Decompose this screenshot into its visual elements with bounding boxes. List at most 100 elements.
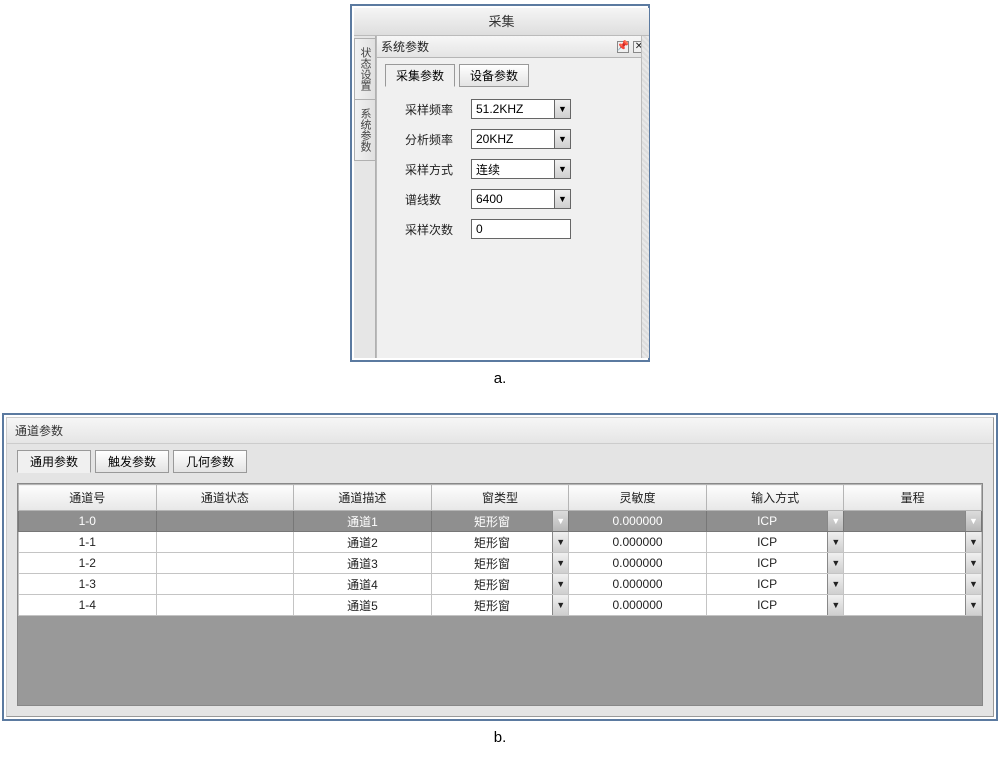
cell-sens[interactable]: 0.000000 (569, 574, 707, 595)
field-label: 采样次数 (405, 221, 461, 238)
cell-text: 1-2 (19, 553, 156, 573)
cell-win-type[interactable]: 矩形窗▼ (431, 532, 569, 553)
cell-ch-no[interactable]: 1-4 (19, 595, 157, 616)
cell-in-mode[interactable]: ICP▼ (706, 511, 844, 532)
cell-range[interactable]: ▼ (844, 595, 982, 616)
cell-ch-state[interactable] (156, 595, 294, 616)
table-row[interactable]: 1-0通道1矩形窗▼0.000000ICP▼▼ (19, 511, 982, 532)
cell-ch-desc[interactable]: 通道4 (294, 574, 432, 595)
chevron-down-icon[interactable]: ▼ (555, 189, 571, 209)
cell-in-mode[interactable]: ICP▼ (706, 595, 844, 616)
tab-collect-params[interactable]: 采集参数 (385, 64, 455, 87)
cell-ch-no[interactable]: 1-1 (19, 532, 157, 553)
cell-range[interactable]: ▼ (844, 574, 982, 595)
analysis-freq-combo[interactable]: ▼ (471, 129, 571, 149)
cell-ch-no[interactable]: 1-0 (19, 511, 157, 532)
cell-text: 通道4 (294, 574, 431, 594)
chevron-down-icon[interactable]: ▼ (555, 159, 571, 179)
cell-in-mode[interactable]: ICP▼ (706, 532, 844, 553)
spectral-lines-input[interactable] (471, 189, 555, 209)
sample-count-input[interactable] (471, 219, 571, 239)
cell-sens[interactable]: 0.000000 (569, 532, 707, 553)
caption-a: a. (2, 370, 998, 387)
panel-title: 系统参数 (381, 36, 429, 58)
cell-ch-no[interactable]: 1-2 (19, 553, 157, 574)
chevron-down-icon[interactable]: ▼ (827, 532, 843, 552)
side-tab-system[interactable]: 系统参数 (354, 99, 375, 161)
col-ch-state[interactable]: 通道状态 (156, 485, 294, 511)
cell-ch-desc[interactable]: 通道2 (294, 532, 432, 553)
chevron-down-icon[interactable]: ▼ (552, 532, 568, 552)
chevron-down-icon[interactable]: ▼ (965, 511, 981, 531)
cell-ch-desc[interactable]: 通道1 (294, 511, 432, 532)
cell-ch-state[interactable] (156, 532, 294, 553)
chevron-down-icon[interactable]: ▼ (555, 129, 571, 149)
tab-geometry-params[interactable]: 几何参数 (173, 450, 247, 473)
sample-mode-input[interactable] (471, 159, 555, 179)
tab-trigger-params[interactable]: 触发参数 (95, 450, 169, 473)
sample-freq-input[interactable] (471, 99, 555, 119)
col-win-type[interactable]: 窗类型 (431, 485, 569, 511)
chevron-down-icon[interactable]: ▼ (827, 574, 843, 594)
chevron-down-icon[interactable]: ▼ (827, 511, 843, 531)
cell-text: ICP (707, 574, 828, 594)
chevron-down-icon[interactable]: ▼ (555, 99, 571, 119)
scrollbar-groove[interactable] (641, 36, 649, 358)
tab-general-params[interactable]: 通用参数 (17, 450, 91, 473)
cell-win-type[interactable]: 矩形窗▼ (431, 574, 569, 595)
col-sens[interactable]: 灵敏度 (569, 485, 707, 511)
cell-win-type[interactable]: 矩形窗▼ (431, 511, 569, 532)
cell-range[interactable]: ▼ (844, 553, 982, 574)
field-sample-freq: 采样频率▼ (385, 99, 641, 119)
side-tab-status[interactable]: 状态设置 (354, 38, 375, 100)
cell-sens[interactable]: 0.000000 (569, 553, 707, 574)
chevron-down-icon[interactable]: ▼ (552, 595, 568, 615)
cell-text: 矩形窗 (432, 511, 553, 531)
col-ch-desc[interactable]: 通道描述 (294, 485, 432, 511)
cell-range[interactable]: ▼ (844, 532, 982, 553)
tab-device-params[interactable]: 设备参数 (459, 64, 529, 87)
chevron-down-icon[interactable]: ▼ (552, 553, 568, 573)
cell-ch-state[interactable] (156, 511, 294, 532)
chevron-down-icon[interactable]: ▼ (552, 511, 568, 531)
chevron-down-icon[interactable]: ▼ (827, 553, 843, 573)
analysis-freq-input[interactable] (471, 129, 555, 149)
cell-sens[interactable]: 0.000000 (569, 511, 707, 532)
cell-sens[interactable]: 0.000000 (569, 595, 707, 616)
cell-win-type[interactable]: 矩形窗▼ (431, 553, 569, 574)
cell-text: 矩形窗 (432, 574, 553, 594)
chevron-down-icon[interactable]: ▼ (965, 532, 981, 552)
table-row[interactable]: 1-4通道5矩形窗▼0.000000ICP▼▼ (19, 595, 982, 616)
cell-ch-desc[interactable]: 通道3 (294, 553, 432, 574)
col-ch-no[interactable]: 通道号 (19, 485, 157, 511)
cell-win-type[interactable]: 矩形窗▼ (431, 595, 569, 616)
cell-range[interactable]: ▼ (844, 511, 982, 532)
cell-ch-state[interactable] (156, 574, 294, 595)
col-in-mode[interactable]: 输入方式 (706, 485, 844, 511)
table-row[interactable]: 1-3通道4矩形窗▼0.000000ICP▼▼ (19, 574, 982, 595)
cell-ch-state[interactable] (156, 553, 294, 574)
spectral-lines-combo[interactable]: ▼ (471, 189, 571, 209)
channel-grid[interactable]: 通道号通道状态通道描述窗类型灵敏度输入方式量程 1-0通道1矩形窗▼0.0000… (18, 484, 982, 616)
field-analysis-freq: 分析频率▼ (385, 129, 641, 149)
field-label: 采样方式 (405, 161, 461, 178)
cell-ch-desc[interactable]: 通道5 (294, 595, 432, 616)
sample-mode-combo[interactable]: ▼ (471, 159, 571, 179)
chevron-down-icon[interactable]: ▼ (552, 574, 568, 594)
table-row[interactable]: 1-2通道3矩形窗▼0.000000ICP▼▼ (19, 553, 982, 574)
chevron-down-icon[interactable]: ▼ (965, 595, 981, 615)
chevron-down-icon[interactable]: ▼ (965, 553, 981, 573)
cell-in-mode[interactable]: ICP▼ (706, 574, 844, 595)
cell-text: 0.000000 (569, 553, 706, 573)
chevron-down-icon[interactable]: ▼ (965, 574, 981, 594)
cell-in-mode[interactable]: ICP▼ (706, 553, 844, 574)
cell-text: 1-1 (19, 532, 156, 552)
cell-ch-no[interactable]: 1-3 (19, 574, 157, 595)
field-spectral-lines: 谱线数▼ (385, 189, 641, 209)
chevron-down-icon[interactable]: ▼ (827, 595, 843, 615)
table-row[interactable]: 1-1通道2矩形窗▼0.000000ICP▼▼ (19, 532, 982, 553)
sample-freq-combo[interactable]: ▼ (471, 99, 571, 119)
col-range[interactable]: 量程 (844, 485, 982, 511)
pin-icon[interactable]: 📌 (617, 41, 629, 53)
cell-text: ICP (707, 511, 828, 531)
